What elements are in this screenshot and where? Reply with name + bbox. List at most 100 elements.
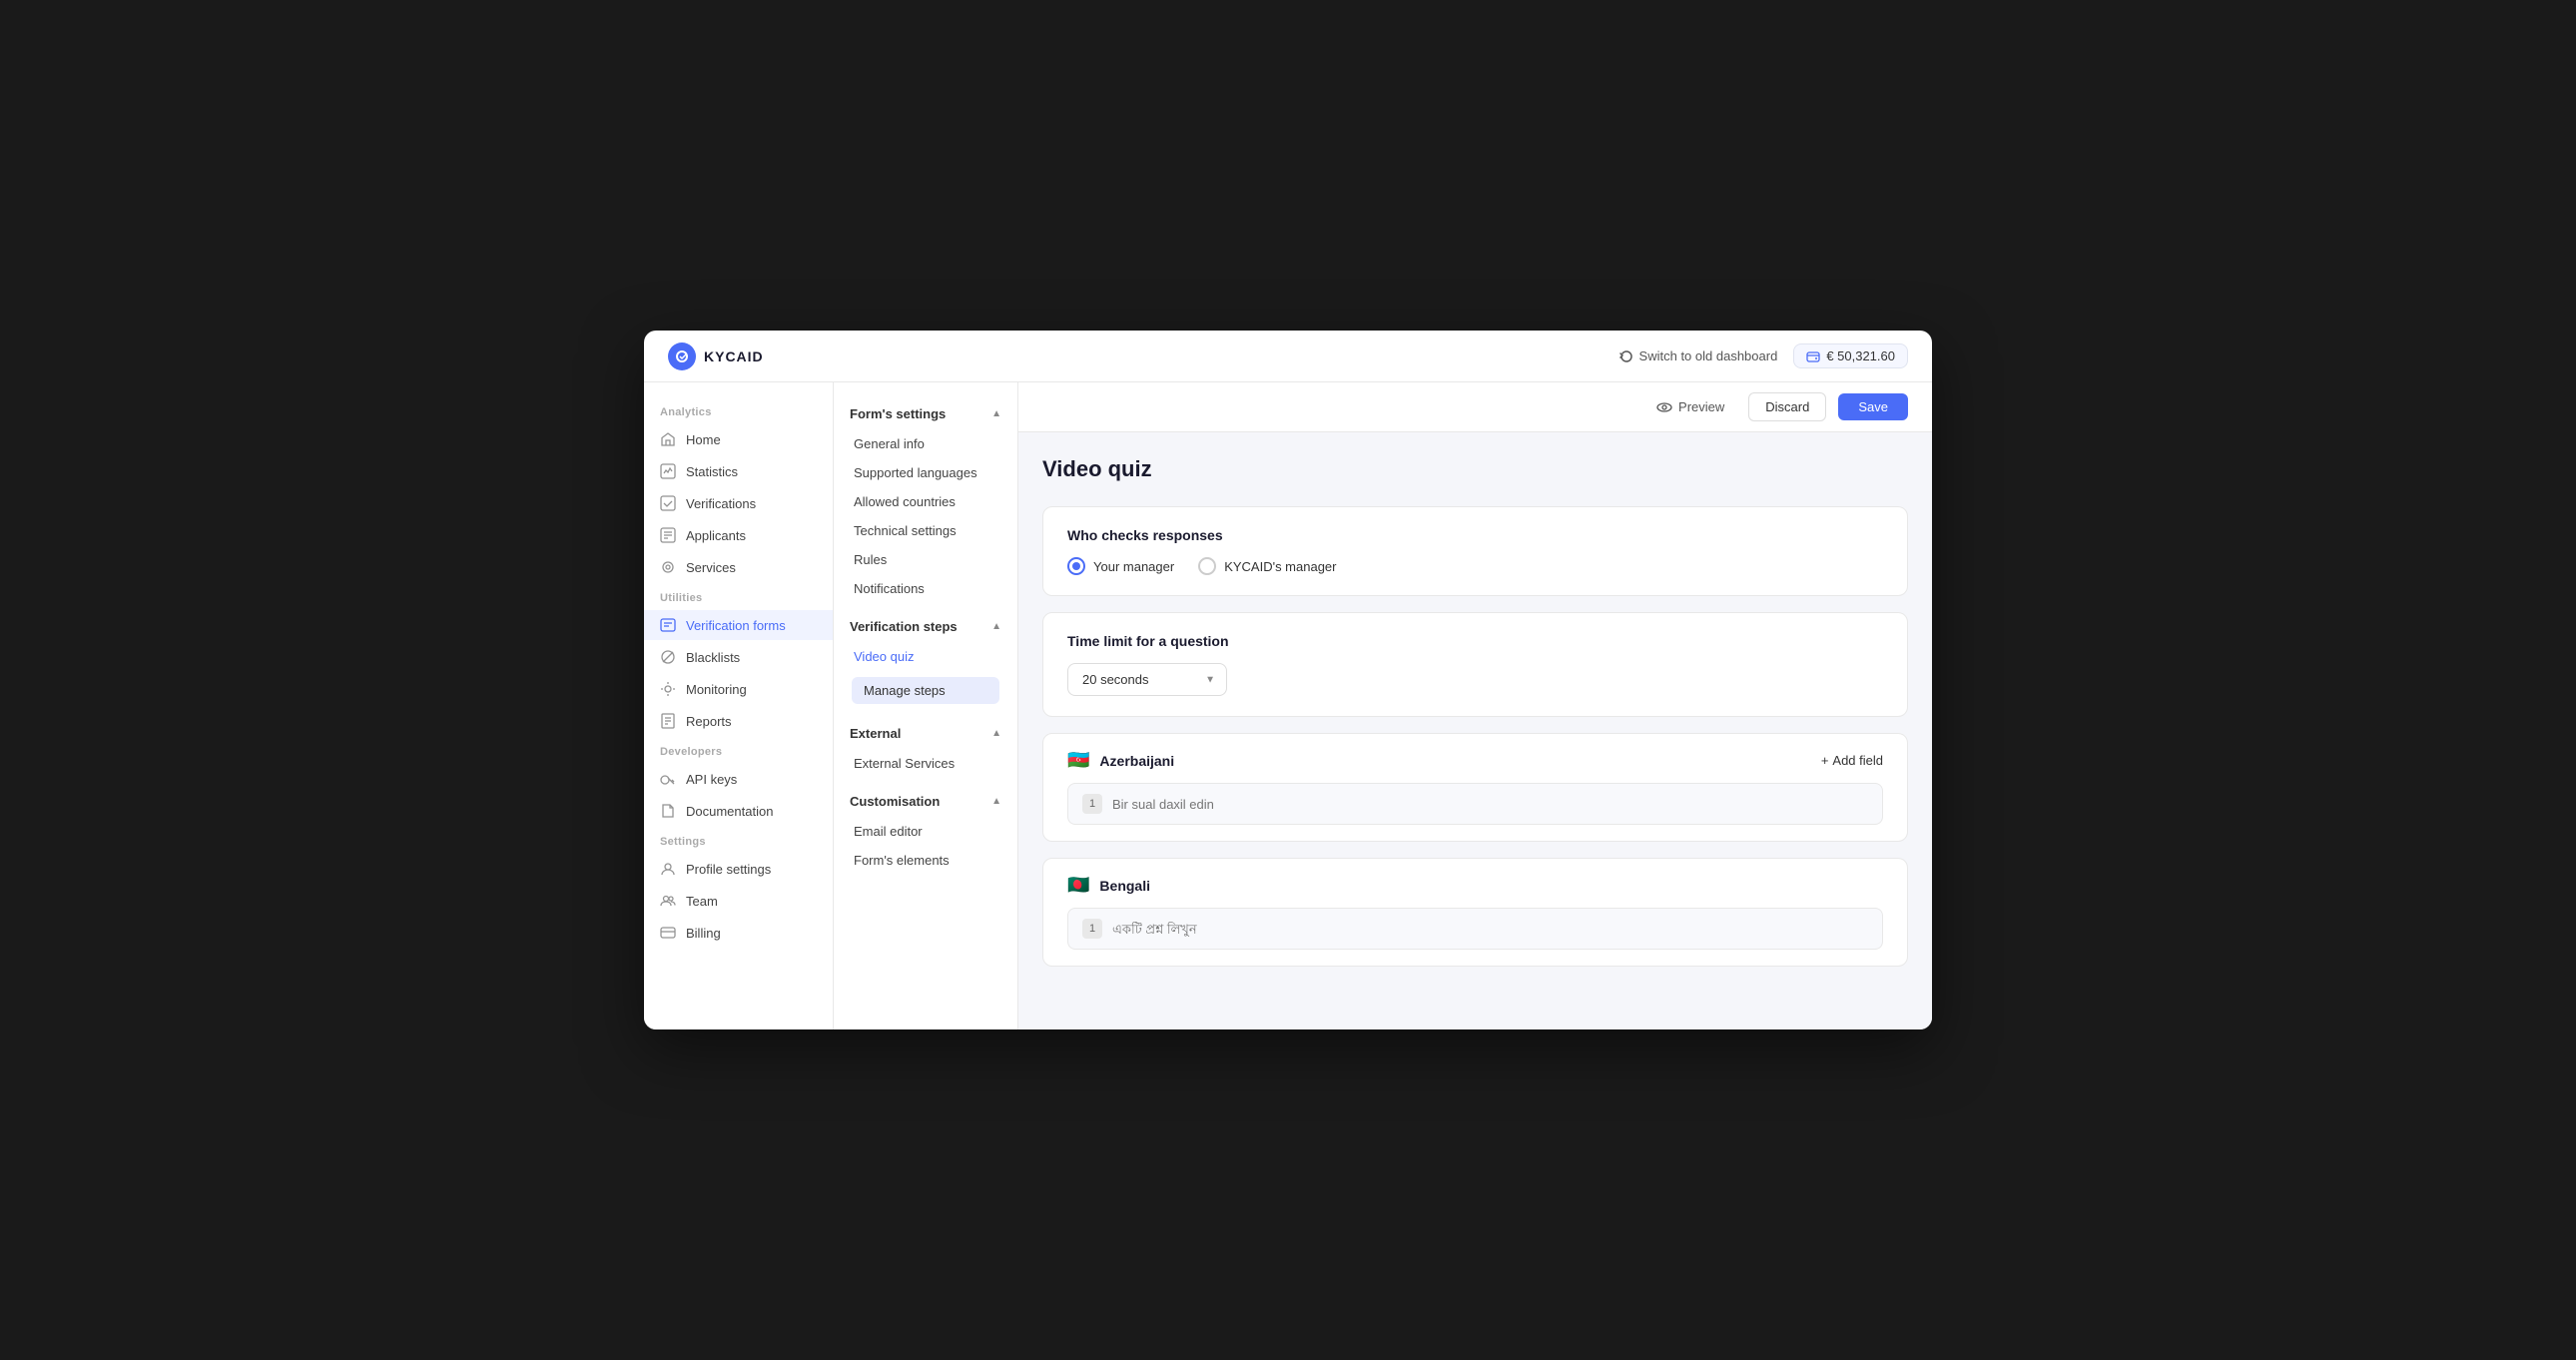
app-window: KYCAID Switch to old dashboard € 50,321.…	[644, 331, 1932, 1029]
bengali-question-input-wrapper: 1	[1067, 908, 1883, 950]
sidebar-item-home-label: Home	[686, 432, 721, 447]
eye-icon	[1656, 399, 1672, 415]
azerbaijani-flag: 🇦🇿	[1067, 750, 1089, 771]
who-checks-title: Who checks responses	[1067, 527, 1883, 543]
bengali-language-section: 🇧🇩 Bengali 1	[1042, 858, 1908, 967]
panel-item-forms-elements[interactable]: Form's elements	[834, 846, 1017, 875]
sidebar-item-blacklists-label: Blacklists	[686, 650, 740, 665]
reports-icon	[660, 713, 676, 729]
applicants-icon	[660, 527, 676, 543]
save-button[interactable]: Save	[1838, 393, 1908, 420]
sidebar-item-billing[interactable]: Billing	[644, 918, 833, 948]
sidebar-item-documentation-label: Documentation	[686, 804, 773, 819]
sidebar-item-services-label: Services	[686, 560, 736, 575]
time-limit-card: Time limit for a question 10 seconds 20 …	[1042, 612, 1908, 717]
forms-icon	[660, 617, 676, 633]
add-field-label: Add field	[1832, 753, 1883, 768]
panel-item-manage-steps[interactable]: Manage steps	[852, 677, 999, 704]
content-header: Preview Discard Save	[1018, 382, 1932, 432]
forms-settings-header[interactable]: Form's settings ▲	[834, 398, 1017, 429]
radio-kycaid-manager-circle	[1198, 557, 1216, 575]
radio-your-manager[interactable]: Your manager	[1067, 557, 1174, 575]
sidebar-item-team-label: Team	[686, 894, 718, 909]
analytics-section-label: Analytics	[644, 398, 833, 422]
monitoring-icon	[660, 681, 676, 697]
switch-dashboard-button[interactable]: Switch to old dashboard	[1619, 348, 1778, 363]
sidebar-item-profile-settings[interactable]: Profile settings	[644, 854, 833, 884]
sidebar-item-monitoring-label: Monitoring	[686, 682, 747, 697]
panel-item-notifications[interactable]: Notifications	[834, 574, 1017, 603]
bengali-title: 🇧🇩 Bengali	[1067, 875, 1150, 896]
time-limit-select-wrapper: 10 seconds 20 seconds 30 seconds 60 seco…	[1067, 663, 1227, 696]
verif-icon	[660, 495, 676, 511]
sidebar-item-verification-forms[interactable]: Verification forms	[644, 610, 833, 640]
sidebar-item-services[interactable]: Services	[644, 552, 833, 582]
radio-kycaid-manager[interactable]: KYCAID's manager	[1198, 557, 1336, 575]
external-header[interactable]: External ▲	[834, 718, 1017, 749]
bengali-question-input[interactable]	[1112, 922, 1868, 937]
bengali-flag: 🇧🇩	[1067, 875, 1089, 896]
sidebar-item-applicants[interactable]: Applicants	[644, 520, 833, 550]
forms-settings-section: Form's settings ▲ General info Supported…	[834, 398, 1017, 603]
sidebar-item-reports[interactable]: Reports	[644, 706, 833, 736]
logo-text: KYCAID	[704, 348, 764, 364]
main-content: Preview Discard Save Video quiz Who chec…	[1018, 382, 1932, 1029]
forms-settings-chevron: ▲	[991, 408, 1001, 419]
sidebar-item-api-keys[interactable]: API keys	[644, 764, 833, 794]
content-body: Video quiz Who checks responses Your man…	[1018, 432, 1932, 1029]
utilities-section-label: Utilities	[644, 584, 833, 608]
verification-steps-header[interactable]: Verification steps ▲	[834, 611, 1017, 642]
settings-section-label: Settings	[644, 828, 833, 852]
add-field-azerbaijani-button[interactable]: + Add field	[1821, 753, 1883, 768]
panel-item-video-quiz[interactable]: Video quiz	[834, 642, 1017, 671]
panel-item-supported-languages[interactable]: Supported languages	[834, 458, 1017, 487]
sidebar-item-reports-label: Reports	[686, 714, 732, 729]
azerbaijani-label: Azerbaijani	[1099, 753, 1174, 769]
sidebar-item-team[interactable]: Team	[644, 886, 833, 916]
verification-steps-chevron: ▲	[991, 621, 1001, 632]
azerbaijani-question-input-wrapper: 1	[1067, 783, 1883, 825]
logo-icon	[668, 342, 696, 370]
profile-icon	[660, 861, 676, 877]
time-limit-select[interactable]: 10 seconds 20 seconds 30 seconds 60 seco…	[1067, 663, 1227, 696]
panel-item-email-editor[interactable]: Email editor	[834, 817, 1017, 846]
sidebar-item-verifications[interactable]: Verifications	[644, 488, 833, 518]
radio-kycaid-manager-label: KYCAID's manager	[1224, 559, 1336, 574]
azerbaijani-language-section: 🇦🇿 Azerbaijani + Add field 1	[1042, 733, 1908, 842]
blacklists-icon	[660, 649, 676, 665]
topbar: KYCAID Switch to old dashboard € 50,321.…	[644, 331, 1932, 382]
customisation-chevron: ▲	[991, 796, 1001, 807]
sidebar-item-verifications-label: Verifications	[686, 496, 756, 511]
page-title: Video quiz	[1042, 456, 1908, 482]
sidebar-item-verification-forms-label: Verification forms	[686, 618, 786, 633]
sidebar-item-home[interactable]: Home	[644, 424, 833, 454]
sidebar-item-documentation[interactable]: Documentation	[644, 796, 833, 826]
sidebar-item-statistics[interactable]: Statistics	[644, 456, 833, 486]
time-limit-title: Time limit for a question	[1067, 633, 1883, 649]
azerbaijani-question-input[interactable]	[1112, 797, 1868, 812]
sidebar: Analytics Home Statistics	[644, 382, 834, 1029]
verification-steps-section: Verification steps ▲ Video quiz Manage s…	[834, 611, 1017, 710]
azerbaijani-question-number: 1	[1082, 794, 1102, 814]
sidebar-item-blacklists[interactable]: Blacklists	[644, 642, 833, 672]
external-section: External ▲ External Services	[834, 718, 1017, 778]
panel-item-general-info[interactable]: General info	[834, 429, 1017, 458]
discard-button[interactable]: Discard	[1748, 392, 1826, 421]
services-icon	[660, 559, 676, 575]
bengali-question-number: 1	[1082, 919, 1102, 939]
preview-button[interactable]: Preview	[1644, 393, 1736, 421]
panel-item-rules[interactable]: Rules	[834, 545, 1017, 574]
customisation-header[interactable]: Customisation ▲	[834, 786, 1017, 817]
api-icon	[660, 771, 676, 787]
radio-your-manager-label: Your manager	[1093, 559, 1174, 574]
wallet-icon	[1806, 349, 1820, 363]
panel-item-technical-settings[interactable]: Technical settings	[834, 516, 1017, 545]
sidebar-item-api-keys-label: API keys	[686, 772, 737, 787]
panel-item-allowed-countries[interactable]: Allowed countries	[834, 487, 1017, 516]
panel-item-external-services[interactable]: External Services	[834, 749, 1017, 778]
who-checks-radio-group: Your manager KYCAID's manager	[1067, 557, 1883, 575]
sidebar-item-monitoring[interactable]: Monitoring	[644, 674, 833, 704]
bengali-label: Bengali	[1099, 878, 1150, 894]
topbar-left: KYCAID	[668, 342, 764, 370]
balance-badge[interactable]: € 50,321.60	[1793, 343, 1908, 368]
